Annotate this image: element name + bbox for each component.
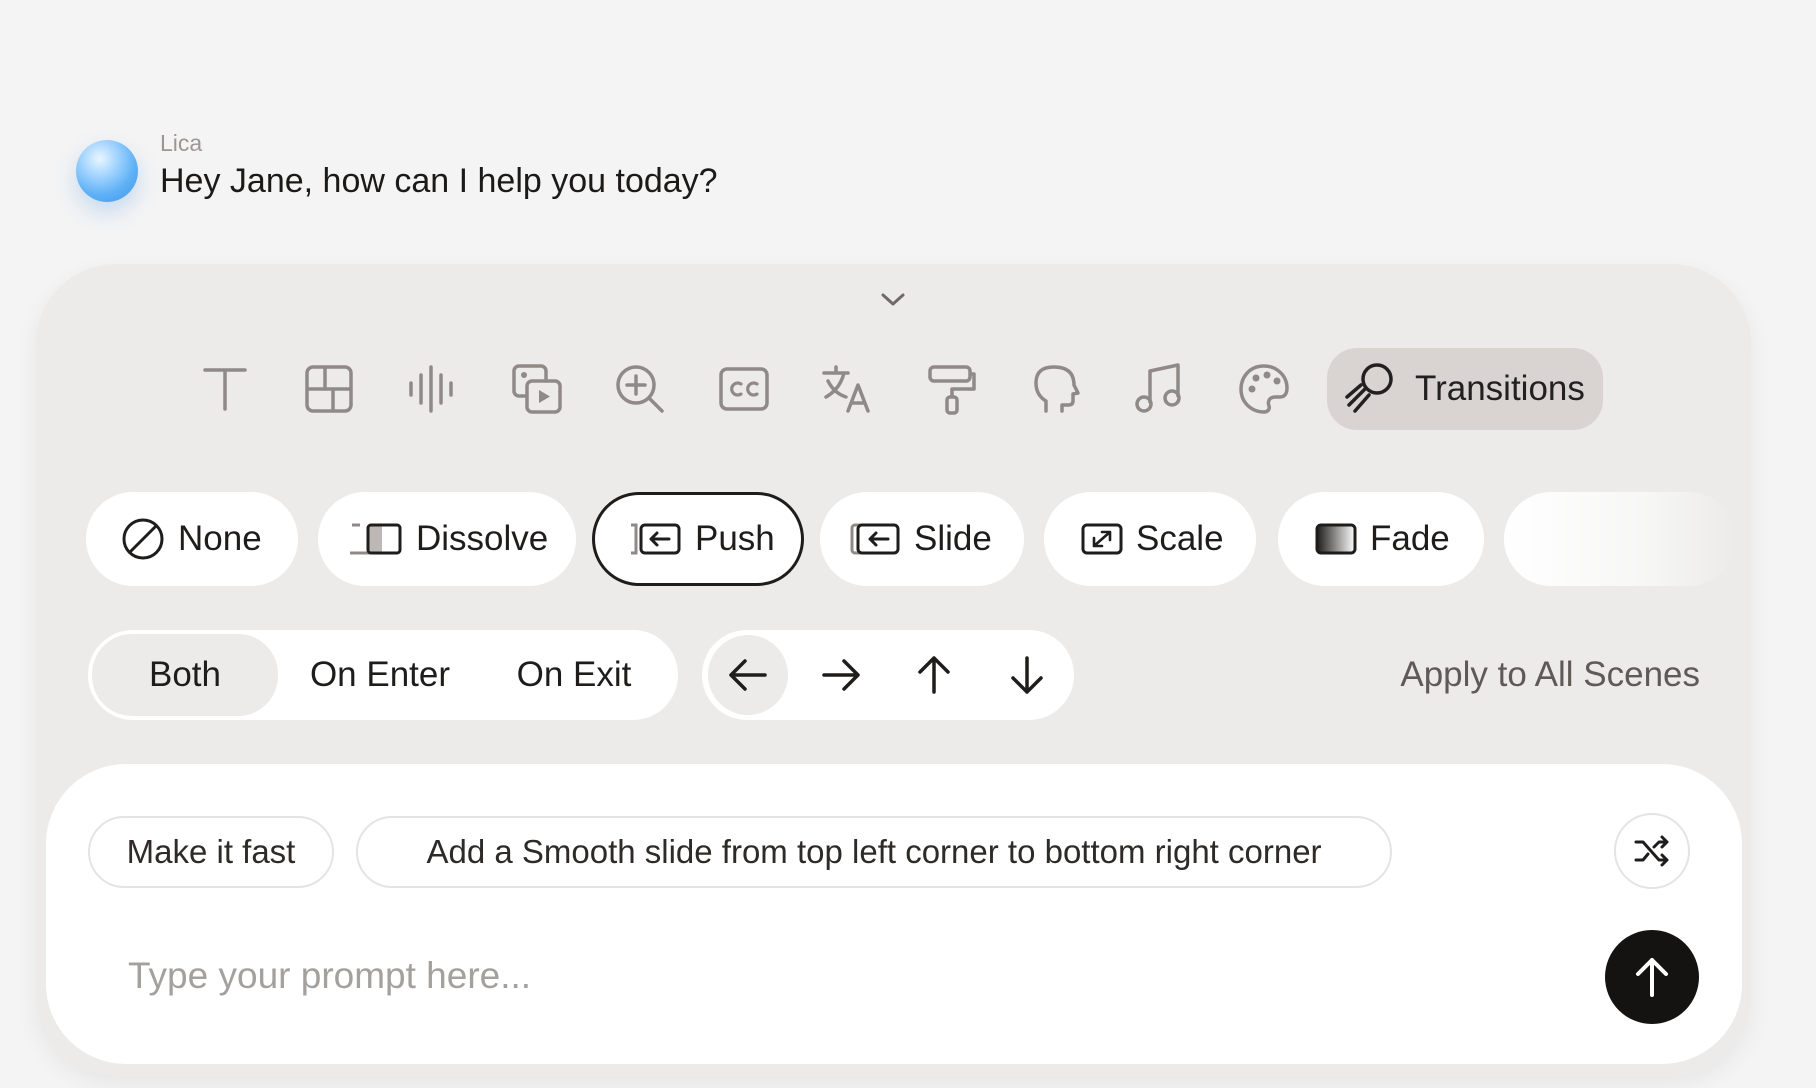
media-icon [512,364,562,414]
transition-none-chip[interactable]: None [86,492,298,586]
send-button[interactable] [1605,930,1699,1024]
none-icon [122,518,164,560]
transitions-icon [1345,363,1393,413]
transitions-tool-button[interactable]: Transitions [1327,348,1603,430]
assistant-message: Hey Jane, how can I help you today? [160,162,718,200]
palette-icon [1239,364,1289,414]
music-tool-button[interactable] [1119,348,1201,430]
transition-dissolve-label: Dissolve [416,519,549,558]
dissolve-icon [350,523,402,555]
apply-mode-on-enter[interactable]: On Enter [284,630,476,720]
direction-selector [702,630,1074,720]
layout-tool-button[interactable] [288,348,370,430]
scale-icon [1081,523,1123,555]
transition-fade-label: Fade [1370,519,1450,558]
media-tool-button[interactable] [496,348,578,430]
collapse-panel-button[interactable] [869,279,917,319]
zoom-tool-button[interactable] [599,348,681,430]
transition-none-label: None [178,519,262,558]
direction-right-button[interactable] [801,635,881,715]
audio-waveform-icon [409,365,453,413]
suggestion-chip[interactable]: Add a Smooth slide from top left corner … [356,816,1392,888]
direction-down-button[interactable] [987,635,1067,715]
layout-icon [305,365,353,413]
chevron-down-icon [881,293,905,306]
head-icon [1034,365,1080,413]
direction-up-button[interactable] [894,635,974,715]
assistant-avatar [76,140,138,202]
slide-icon [850,523,900,555]
arrow-right-icon [822,659,860,691]
transition-dissolve-chip[interactable]: Dissolve [318,492,576,586]
translate-tool-button[interactable] [807,348,889,430]
style-tool-button[interactable] [911,348,993,430]
translate-icon [822,365,870,413]
push-icon [631,523,681,555]
apply-mode-both[interactable]: Both [92,634,278,716]
direction-left-button[interactable] [708,635,788,715]
arrow-up-icon [1636,958,1668,997]
captions-tool-button[interactable] [703,348,785,430]
audio-tool-button[interactable] [392,348,474,430]
assistant-name: Lica [160,130,203,156]
transition-scale-label: Scale [1136,519,1224,558]
shuffle-suggestions-button[interactable] [1614,813,1690,889]
transition-slide-label: Slide [914,519,992,558]
apply-to-all-scenes-button[interactable]: Apply to All Scenes [1330,630,1700,720]
prompt-input[interactable] [126,945,1530,1007]
color-tool-button[interactable] [1223,348,1305,430]
transition-scale-chip[interactable]: Scale [1044,492,1256,586]
arrow-down-icon [1011,656,1043,694]
suggestion-chip[interactable]: Make it fast [88,816,334,888]
zoom-in-icon [616,365,664,413]
fade-icon [1315,523,1357,555]
apply-mode-selector: Both On Enter On Exit [88,630,678,720]
arrow-up-icon [918,656,950,694]
greeting-text: Lica Hey Jane, how can I help you today? [160,128,718,203]
music-icon [1135,363,1181,413]
paint-roller-icon [928,365,976,415]
arrow-left-icon [729,659,767,691]
transition-push-label: Push [695,519,775,558]
captions-icon [719,367,769,411]
avatar-tool-button[interactable] [1015,348,1097,430]
apply-mode-on-exit[interactable]: On Exit [484,630,664,720]
shuffle-icon [1634,835,1669,867]
transitions-tool-label: Transitions [1415,369,1585,408]
text-icon [203,368,247,411]
transition-slide-chip[interactable]: Slide [820,492,1024,586]
assistant-greeting: Lica Hey Jane, how can I help you today? [76,128,718,203]
text-tool-button[interactable] [184,348,266,430]
more-transitions-fade [1504,492,1736,586]
prompt-composer [46,764,1742,1064]
transition-push-chip[interactable]: Push [592,492,804,586]
transition-fade-chip[interactable]: Fade [1278,492,1484,586]
